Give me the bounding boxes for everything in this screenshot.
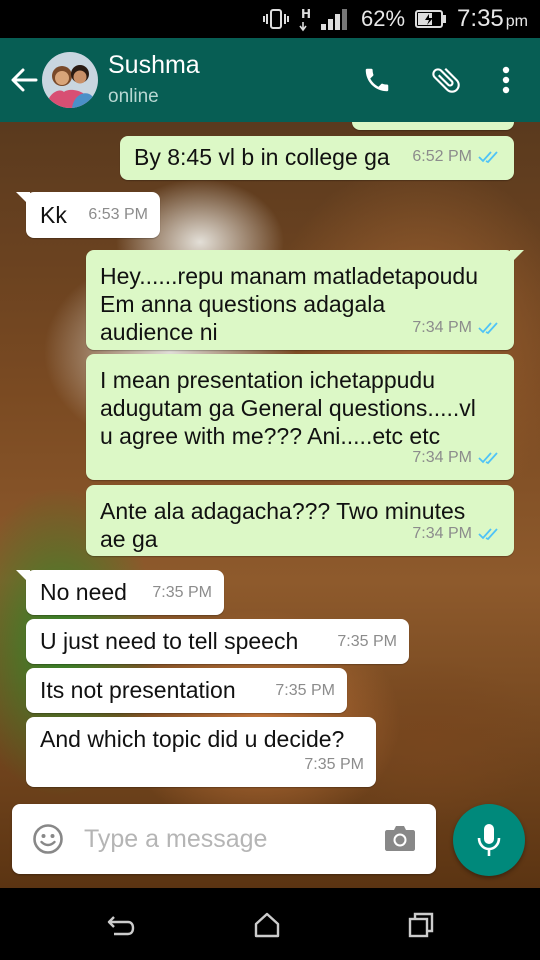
message-time: 7:35 PM <box>152 584 212 601</box>
nav-home-button[interactable] <box>252 910 282 940</box>
read-ticks-icon <box>478 150 502 164</box>
battery-percent: 62% <box>361 6 406 31</box>
message-bubble-outgoing[interactable]: Ante ala adagacha??? Two minutes ae ga 7… <box>86 485 514 556</box>
read-ticks-icon <box>478 451 502 465</box>
message-text: And which topic did u decide? <box>40 726 345 752</box>
contact-info[interactable]: Sushma online <box>108 50 200 110</box>
nav-recents-button[interactable] <box>406 910 436 940</box>
message-composer <box>12 804 436 874</box>
back-icon <box>107 916 135 936</box>
nav-back-button[interactable] <box>106 910 136 940</box>
avatar[interactable] <box>42 52 98 108</box>
camera-button[interactable] <box>384 824 416 854</box>
clock-ampm: pm <box>505 13 528 30</box>
previous-message-bubble[interactable] <box>352 122 514 130</box>
status-bar: H 62% 7:35 pm <box>0 0 540 38</box>
chat-header: Sushma online <box>0 38 540 122</box>
battery-icon <box>415 9 447 29</box>
contact-name: Sushma <box>108 51 200 79</box>
message-bubble-incoming[interactable]: U just need to tell speech 7:35 PM <box>26 619 409 664</box>
signal-icon: H <box>299 6 351 32</box>
paperclip-icon <box>432 67 460 93</box>
message-time: 7:35 PM <box>275 682 335 699</box>
message-bubble-incoming[interactable]: Kk 6:53 PM <box>16 192 160 238</box>
message-time: 7:34 PM <box>412 525 472 542</box>
network-type-label: H <box>301 7 311 21</box>
message-bubble-incoming[interactable]: No need 7:35 PM <box>16 570 224 615</box>
message-time: 7:35 PM <box>304 756 364 773</box>
microphone-icon <box>477 824 501 856</box>
chat-area[interactable]: By 8:45 vl b in college ga 6:52 PM Kk 6:… <box>0 122 540 888</box>
clock-time: 7:35 <box>457 5 504 32</box>
message-bubble-incoming[interactable]: Its not presentation 7:35 PM <box>26 668 347 713</box>
message-bubble-outgoing[interactable]: By 8:45 vl b in college ga 6:52 PM <box>120 136 514 180</box>
message-time: 7:34 PM <box>412 319 472 336</box>
message-bubble-outgoing[interactable]: Hey......repu manam matladetapoudu Em an… <box>86 250 524 350</box>
message-time: 7:35 PM <box>337 633 397 650</box>
back-button[interactable] <box>8 62 40 98</box>
message-bubble-outgoing[interactable]: I mean presentation ichetappudu adugutam… <box>86 354 514 480</box>
navigation-bar <box>0 888 540 960</box>
call-button[interactable] <box>357 60 397 100</box>
message-time: 6:52 PM <box>412 148 472 165</box>
read-ticks-icon <box>478 527 502 541</box>
contact-status: online <box>108 86 159 107</box>
overflow-menu-button[interactable] <box>486 60 526 100</box>
message-input[interactable] <box>84 818 364 860</box>
home-icon <box>254 912 280 938</box>
message-bubble-incoming[interactable]: And which topic did u decide? 7:35 PM <box>26 717 376 787</box>
message-text: I mean presentation ichetappudu adugutam… <box>100 367 476 449</box>
camera-icon <box>385 826 415 851</box>
message-time: 6:53 PM <box>88 206 148 223</box>
message-time: 7:34 PM <box>412 449 472 466</box>
read-ticks-icon <box>478 321 502 335</box>
more-vertical-icon <box>502 66 510 94</box>
recents-icon <box>408 912 434 938</box>
attach-button[interactable] <box>426 60 466 100</box>
voice-record-button[interactable] <box>453 804 525 876</box>
smiley-icon <box>33 824 63 854</box>
arrow-left-icon <box>11 68 38 92</box>
emoji-button[interactable] <box>32 823 64 855</box>
phone-icon <box>365 68 389 92</box>
vibrate-icon <box>263 8 289 30</box>
